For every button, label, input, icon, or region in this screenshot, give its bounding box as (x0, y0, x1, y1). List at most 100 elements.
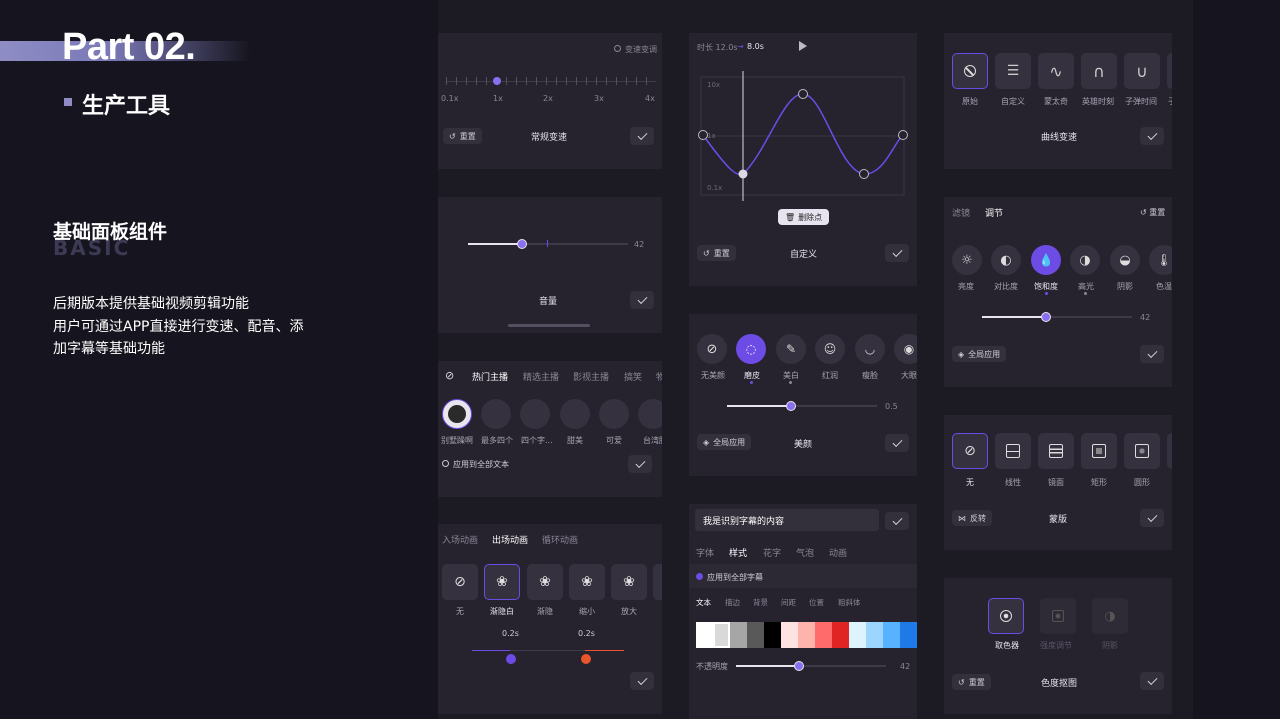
beauty-rosy-button[interactable]: ☺ (815, 334, 845, 364)
tab-more[interactable]: 物 (656, 370, 662, 383)
anim-more-button[interactable] (653, 564, 662, 600)
chroma-confirm-button[interactable] (1140, 672, 1164, 690)
preset-montage-button[interactable]: ∿ (1038, 53, 1074, 89)
tab-animation[interactable]: 动画 (829, 546, 847, 559)
anim-handle-out[interactable] (581, 654, 591, 664)
tab-out-anim[interactable]: 出场动画 (492, 533, 528, 546)
volume-knob[interactable] (517, 239, 527, 249)
preset-bullet-button[interactable]: ∪ (1124, 53, 1160, 89)
preset-custom-button[interactable]: ☰ (995, 53, 1031, 89)
shadow-button[interactable]: ◑ (1092, 598, 1128, 634)
tab-hot-anchor[interactable]: 热门主播 (472, 370, 508, 383)
tab-filter[interactable]: 滤镜 (952, 206, 970, 219)
beauty-apply-button[interactable]: ◈ 全局应用 (697, 434, 752, 450)
adjust-knob[interactable] (1041, 312, 1051, 322)
tab-movie-anchor[interactable]: 影视主播 (573, 370, 609, 383)
tab-funny[interactable]: 搞笑 (624, 370, 642, 383)
mask-rect-button[interactable] (1081, 433, 1117, 469)
color-picker-button[interactable] (988, 598, 1024, 634)
adjust-apply-button[interactable]: ◈ 全局应用 (952, 346, 1007, 362)
anim-zoom-button[interactable]: ❀ (611, 564, 647, 600)
anchor-avatar[interactable] (560, 399, 590, 429)
tab-style[interactable]: 样式 (729, 546, 747, 559)
speed-confirm-button[interactable] (630, 127, 654, 145)
anim-confirm-button[interactable] (630, 672, 654, 690)
contrast-button[interactable]: ◐ (991, 245, 1021, 275)
color-swatch[interactable] (849, 622, 866, 648)
speed-knob[interactable] (493, 77, 501, 85)
tab-fancy[interactable]: 花字 (763, 546, 781, 559)
saturation-button[interactable]: 💧 (1031, 245, 1061, 275)
speed-reset-button[interactable]: ↺ 重置 (443, 128, 482, 144)
anim-shrink-button[interactable]: ❀ (569, 564, 605, 600)
tab-adjust[interactable]: 调节 (985, 206, 1003, 219)
mask-invert-button[interactable]: ⋈ 反转 (952, 510, 992, 526)
anchor-avatar[interactable] (442, 399, 472, 429)
preset-more-button[interactable] (1167, 53, 1172, 89)
color-swatch[interactable] (798, 622, 815, 648)
beauty-confirm-button[interactable] (885, 434, 909, 452)
none-icon[interactable]: ⊘ (445, 369, 454, 382)
beauty-slim-button[interactable]: ◡ (855, 334, 885, 364)
subtab-bold-italic[interactable]: 粗斜体 (838, 597, 861, 608)
intensity-button[interactable] (1040, 598, 1076, 634)
volume-confirm-button[interactable] (630, 291, 654, 309)
apply-radio[interactable] (442, 460, 449, 467)
tab-selected-anchor[interactable]: 精选主播 (523, 370, 559, 383)
anchor-avatar[interactable] (599, 399, 629, 429)
color-swatch[interactable] (866, 622, 883, 648)
brightness-button[interactable]: ☼ (952, 245, 982, 275)
subtab-text[interactable]: 文本 (696, 597, 711, 608)
color-swatch[interactable] (730, 622, 747, 648)
mask-more-button[interactable] (1167, 433, 1172, 469)
anim-handle-in[interactable] (506, 654, 516, 664)
subtitle-input[interactable]: 我是识别字幕的内容 (695, 509, 879, 531)
color-swatch[interactable] (832, 622, 849, 648)
beauty-whiten-button[interactable]: ✎ (776, 334, 806, 364)
chroma-reset-button[interactable]: ↺ 重置 (952, 674, 991, 690)
temperature-button[interactable]: 🌡 (1149, 245, 1172, 275)
adjust-confirm-button[interactable] (1140, 345, 1164, 363)
beauty-none-button[interactable]: ⊘ (697, 334, 727, 364)
tab-in-anim[interactable]: 入场动画 (442, 533, 478, 546)
anim-none-button[interactable]: ⊘ (442, 564, 478, 600)
adjust-reset-button[interactable]: ↺ 重置 (1140, 207, 1165, 218)
anchor-avatar[interactable] (481, 399, 511, 429)
preset-none-button[interactable] (952, 53, 988, 89)
subtitle-confirm-button[interactable] (885, 512, 909, 530)
checked-icon[interactable] (696, 573, 703, 580)
toggle-circle-icon[interactable] (614, 45, 621, 52)
subtab-spacing[interactable]: 间距 (781, 597, 796, 608)
color-swatch[interactable] (696, 622, 713, 648)
anchor-avatar[interactable] (520, 399, 550, 429)
color-swatch[interactable] (900, 622, 917, 648)
subtab-background[interactable]: 背景 (753, 597, 768, 608)
tab-bubble[interactable]: 气泡 (796, 546, 814, 559)
delete-point-button[interactable]: 🗑 删除点 (778, 209, 830, 225)
subtab-position[interactable]: 位置 (809, 597, 824, 608)
beauty-knob[interactable] (786, 401, 796, 411)
opacity-knob[interactable] (794, 661, 804, 671)
color-swatch[interactable] (883, 622, 900, 648)
mask-none-button[interactable]: ⊘ (952, 433, 988, 469)
tab-font[interactable]: 字体 (696, 546, 714, 559)
anchor-confirm-button[interactable] (628, 455, 652, 473)
mask-circle-button[interactable] (1124, 433, 1160, 469)
mask-mirror-button[interactable] (1038, 433, 1074, 469)
anim-fade-button[interactable]: ❀ (527, 564, 563, 600)
beauty-smooth-button[interactable]: ◌ (736, 334, 766, 364)
curve-presets-confirm[interactable] (1140, 127, 1164, 145)
color-swatch[interactable] (713, 622, 730, 648)
shadow-button[interactable]: ◒ (1110, 245, 1140, 275)
subtab-stroke[interactable]: 描边 (725, 597, 740, 608)
curve-graph[interactable] (689, 71, 917, 201)
color-swatch[interactable] (781, 622, 798, 648)
color-swatch[interactable] (815, 622, 832, 648)
curve-reset-button[interactable]: ↺ 重置 (697, 245, 736, 261)
play-icon[interactable] (799, 41, 807, 51)
highlight-button[interactable]: ◑ (1070, 245, 1100, 275)
beauty-eye-button[interactable]: ◉ (894, 334, 917, 364)
anchor-avatar[interactable] (638, 399, 662, 429)
color-swatch[interactable] (747, 622, 764, 648)
anim-fade-white-button[interactable]: ❀ (484, 564, 520, 600)
